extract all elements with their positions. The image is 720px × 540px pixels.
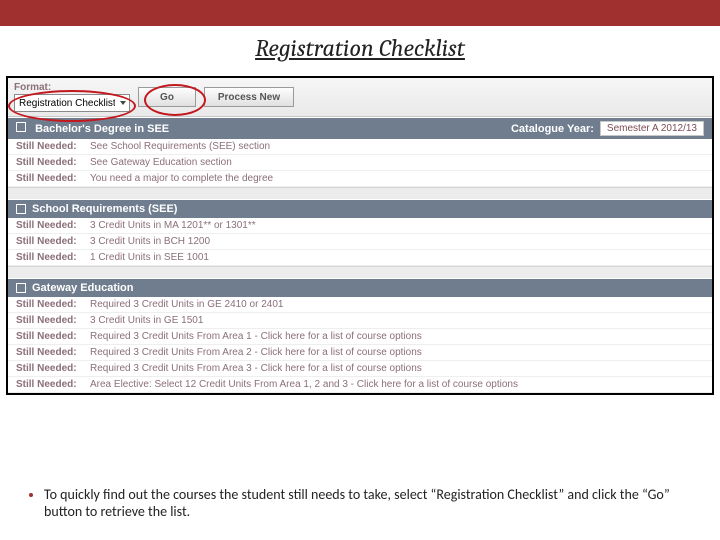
format-select[interactable] — [14, 94, 130, 112]
still-needed-label: Still Needed: — [16, 347, 84, 358]
section-title: School Requirements (SEE) — [32, 203, 177, 215]
requirement-row: Still Needed: You need a major to comple… — [8, 171, 712, 187]
section-gap — [8, 187, 712, 199]
requirement-text: 3 Credit Units in BCH 1200 — [90, 236, 210, 247]
catalogue-year-value: Semester A 2012/13 — [600, 121, 704, 136]
checkbox-icon — [16, 204, 26, 214]
still-needed-label: Still Needed: — [16, 236, 84, 247]
slide-note: To quickly find out the courses the stud… — [0, 476, 720, 540]
requirement-text: Required 3 Credit Units From Area 2 - Cl… — [90, 347, 422, 358]
requirement-row: Still Needed: 3 Credit Units in GE 1501 — [8, 313, 712, 329]
section-header-program[interactable]: Bachelor's Degree in SEE Catalogue Year:… — [8, 117, 712, 139]
still-needed-label: Still Needed: — [16, 141, 84, 152]
requirement-text: See School Requirements (SEE) section — [90, 141, 270, 152]
requirement-text: Area Elective: Select 12 Credit Units Fr… — [90, 379, 518, 390]
section-gap — [8, 266, 712, 278]
requirement-text: Required 3 Credit Units in GE 2410 or 24… — [90, 299, 283, 310]
still-needed-label: Still Needed: — [16, 363, 84, 374]
still-needed-label: Still Needed: — [16, 331, 84, 342]
section-title: Bachelor's Degree in SEE — [35, 123, 169, 135]
requirement-text: 3 Credit Units in GE 1501 — [90, 315, 203, 326]
requirement-text: 3 Credit Units in MA 1201** or 1301** — [90, 220, 256, 231]
section-header-gateway[interactable]: Gateway Education — [8, 278, 712, 297]
format-control: Format: — [14, 82, 130, 112]
requirement-row[interactable]: Still Needed: Required 3 Credit Units Fr… — [8, 329, 712, 345]
checkbox-icon — [16, 283, 26, 293]
requirement-row: Still Needed: 3 Credit Units in BCH 1200 — [8, 234, 712, 250]
go-button[interactable]: Go — [138, 87, 196, 107]
requirement-text: 1 Credit Units in SEE 1001 — [90, 252, 209, 263]
toolbar: Format: Go Process New — [8, 78, 712, 117]
section-title: Gateway Education — [32, 282, 133, 294]
requirement-row: Still Needed: 1 Credit Units in SEE 1001 — [8, 250, 712, 266]
section-header-school[interactable]: School Requirements (SEE) — [8, 199, 712, 218]
still-needed-label: Still Needed: — [16, 299, 84, 310]
requirement-text: Required 3 Credit Units From Area 3 - Cl… — [90, 363, 422, 374]
requirement-text: Required 3 Credit Units From Area 1 - Cl… — [90, 331, 422, 342]
requirement-row[interactable]: Still Needed: Required 3 Credit Units Fr… — [8, 345, 712, 361]
still-needed-label: Still Needed: — [16, 220, 84, 231]
still-needed-label: Still Needed: — [16, 157, 84, 168]
format-label: Format: — [14, 82, 130, 93]
still-needed-label: Still Needed: — [16, 315, 84, 326]
slide-title: Registration Checklist — [0, 34, 720, 62]
process-new-button[interactable]: Process New — [204, 87, 294, 107]
requirement-text: You need a major to complete the degree — [90, 173, 273, 184]
requirement-row: Still Needed: 3 Credit Units in MA 1201*… — [8, 218, 712, 234]
requirement-row: Still Needed: Required 3 Credit Units in… — [8, 297, 712, 313]
requirement-row: Still Needed: See School Requirements (S… — [8, 139, 712, 155]
checkbox-icon — [16, 122, 26, 132]
requirement-row: Still Needed: See Gateway Education sect… — [8, 155, 712, 171]
still-needed-label: Still Needed: — [16, 252, 84, 263]
requirement-text: See Gateway Education section — [90, 157, 232, 168]
catalogue-year-label: Catalogue Year: — [511, 123, 594, 135]
still-needed-label: Still Needed: — [16, 379, 84, 390]
requirement-row[interactable]: Still Needed: Area Elective: Select 12 C… — [8, 377, 712, 393]
requirement-row[interactable]: Still Needed: Required 3 Credit Units Fr… — [8, 361, 712, 377]
still-needed-label: Still Needed: — [16, 173, 84, 184]
slide-bullet: To quickly find out the courses the stud… — [44, 486, 694, 520]
degree-audit-panel: Format: Go Process New Bachelor's Degree… — [6, 76, 714, 395]
slide-top-strip — [0, 0, 720, 26]
